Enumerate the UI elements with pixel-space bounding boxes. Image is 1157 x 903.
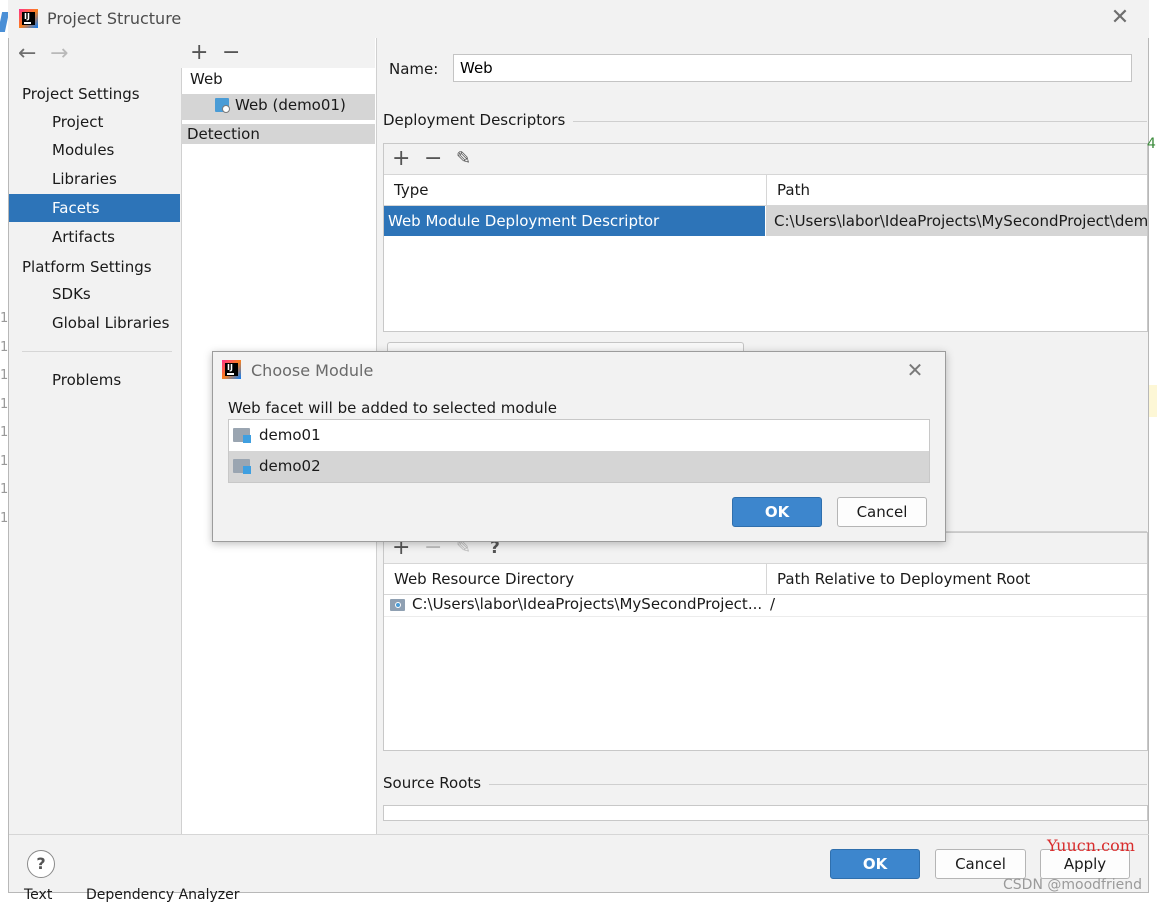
relative-path-cell: / bbox=[770, 595, 776, 613]
column-separator bbox=[766, 175, 767, 205]
column-header-path[interactable]: Path bbox=[777, 181, 810, 199]
module-label: demo01 bbox=[259, 426, 321, 444]
window-title: Project Structure bbox=[47, 9, 182, 28]
remove-icon[interactable]: − bbox=[222, 42, 240, 64]
list-item-demo01[interactable]: demo01 bbox=[229, 420, 929, 451]
background-text-fragment: 4 bbox=[1147, 136, 1156, 152]
watermark-author: CSDN @moodfriend bbox=[1003, 877, 1142, 893]
watermark-site: Yuucn.com bbox=[1047, 836, 1135, 855]
module-label: demo02 bbox=[259, 457, 321, 475]
deployment-descriptors-title: Deployment Descriptors bbox=[383, 111, 574, 129]
source-roots-list bbox=[383, 805, 1148, 821]
add-icon[interactable]: + bbox=[190, 42, 208, 64]
column-header-type[interactable]: Type bbox=[394, 181, 428, 199]
dialog-ok-button[interactable]: OK bbox=[732, 497, 822, 527]
descriptor-type-cell[interactable]: Web Module Deployment Descriptor bbox=[384, 206, 765, 236]
footer-divider bbox=[9, 834, 1149, 835]
dialog-message: Web facet will be added to selected modu… bbox=[228, 399, 558, 417]
forward-arrow-icon[interactable]: → bbox=[50, 41, 68, 66]
column-header-web-resource-directory[interactable]: Web Resource Directory bbox=[394, 570, 574, 588]
tree-node-label: Detection bbox=[187, 125, 260, 143]
source-roots-title: Source Roots bbox=[383, 774, 490, 792]
sidebar-divider bbox=[22, 351, 172, 352]
sidebar-item-facets[interactable]: Facets bbox=[9, 194, 180, 222]
dialog-title: Choose Module bbox=[251, 361, 374, 380]
descriptor-path-cell[interactable]: C:\Users\labor\IdeaProjects\MySecondProj… bbox=[766, 206, 1147, 236]
platform-settings-header: Platform Settings bbox=[22, 258, 152, 276]
remove-icon[interactable]: − bbox=[424, 148, 442, 170]
sidebar-item-project[interactable]: Project bbox=[9, 108, 180, 136]
sidebar-item-sdks[interactable]: SDKs bbox=[9, 280, 180, 308]
section-divider bbox=[383, 784, 1147, 785]
sidebar-item-libraries[interactable]: Libraries bbox=[9, 165, 180, 193]
name-field[interactable] bbox=[453, 54, 1132, 82]
close-icon[interactable]: ✕ bbox=[1108, 6, 1132, 30]
ok-button[interactable]: OK bbox=[830, 849, 920, 879]
web-facet-icon bbox=[215, 98, 230, 113]
column-separator bbox=[766, 564, 767, 594]
edit-icon[interactable]: ✎ bbox=[456, 148, 471, 170]
web-resource-directory-cell: C:\Users\labor\IdeaProjects\MySecondProj… bbox=[412, 595, 763, 613]
module-folder-icon bbox=[233, 428, 251, 443]
sidebar-item-modules[interactable]: Modules bbox=[9, 136, 180, 164]
list-item-demo02[interactable]: demo02 bbox=[229, 451, 929, 482]
add-icon[interactable]: + bbox=[392, 148, 410, 170]
dialog-cancel-button[interactable]: Cancel bbox=[837, 497, 927, 527]
back-arrow-icon[interactable]: ← bbox=[18, 41, 36, 66]
help-button[interactable]: ? bbox=[27, 850, 55, 878]
sidebar-item-global-libraries[interactable]: Global Libraries bbox=[9, 309, 180, 337]
descriptors-toolbar bbox=[384, 144, 1147, 174]
project-settings-header: Project Settings bbox=[22, 85, 140, 103]
tree-node-web[interactable]: Web bbox=[190, 70, 223, 88]
tree-toolbar bbox=[181, 38, 375, 68]
sidebar-item-problems[interactable]: Problems bbox=[9, 366, 180, 394]
name-label: Name: bbox=[389, 60, 439, 78]
tree-node-label: Web (demo01) bbox=[235, 96, 346, 114]
web-folder-icon bbox=[390, 599, 405, 611]
module-folder-icon bbox=[233, 459, 251, 474]
column-header-relative-path[interactable]: Path Relative to Deployment Root bbox=[777, 570, 1030, 588]
intellij-app-icon: IJ bbox=[19, 9, 38, 28]
background-highlight bbox=[1149, 385, 1157, 417]
intellij-app-icon: IJ bbox=[222, 360, 241, 379]
cancel-button[interactable]: Cancel bbox=[935, 849, 1026, 879]
close-icon[interactable]: ✕ bbox=[904, 358, 926, 382]
sidebar-item-artifacts[interactable]: Artifacts bbox=[9, 223, 180, 251]
